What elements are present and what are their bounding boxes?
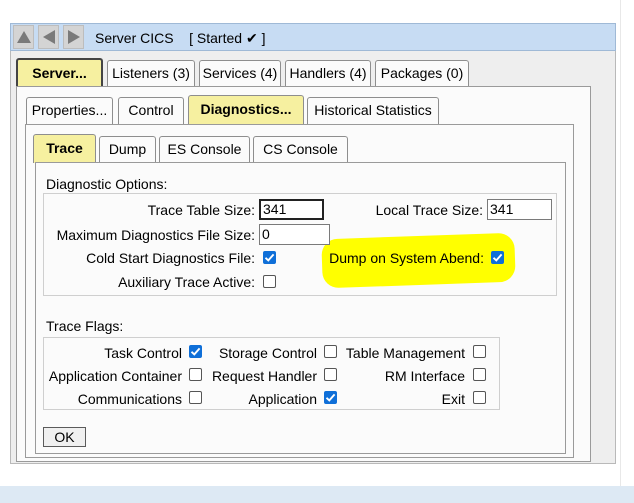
flag-request-handler-label: Request Handler (211, 368, 317, 384)
cold-start-label: Cold Start Diagnostics File: (86, 250, 255, 266)
flag-application-container-label: Application Container (48, 368, 182, 384)
checkmark-icon (325, 393, 336, 402)
tab-handlers[interactable]: Handlers (4) (285, 60, 371, 87)
forward-button[interactable] (63, 25, 84, 49)
tab-services[interactable]: Services (4) (199, 60, 281, 87)
tab-dump[interactable]: Dump (99, 136, 156, 163)
local-trace-size-input[interactable]: 341 (487, 199, 552, 220)
flag-table-management-label: Table Management (345, 345, 465, 361)
up-button[interactable] (13, 25, 34, 49)
server-status: [ Started (189, 30, 243, 46)
window-title: Server CICS [ Started ✔ ] (95, 28, 265, 48)
back-icon (42, 30, 55, 44)
local-trace-size-label: Local Trace Size: (375, 202, 483, 218)
page-divider (620, 0, 621, 486)
max-diag-file-size-label: Maximum Diagnostics File Size: (56, 227, 255, 243)
flag-application-container-checkbox[interactable] (189, 368, 202, 381)
flag-application-checkbox[interactable] (324, 391, 337, 404)
forward-icon (67, 30, 80, 44)
tab-cs-console[interactable]: CS Console (253, 136, 348, 163)
trace-table-size-input[interactable]: 341 (259, 199, 324, 220)
flag-task-control-label: Task Control (104, 345, 182, 361)
tab-listeners[interactable]: Listeners (3) (107, 60, 195, 87)
tab-historical-statistics[interactable]: Historical Statistics (307, 97, 439, 124)
checkmark-icon (264, 253, 275, 262)
flag-storage-control-checkbox[interactable] (324, 345, 337, 358)
tab-es-console[interactable]: ES Console (159, 136, 250, 163)
diagnostic-options-heading: Diagnostic Options: (46, 176, 168, 192)
flag-request-handler-checkbox[interactable] (324, 368, 337, 381)
dump-on-abend-label: Dump on System Abend: (329, 250, 484, 266)
trace-table-size-label: Trace Table Size: (147, 202, 255, 218)
up-icon (16, 31, 31, 43)
page-bottom-band (0, 486, 634, 503)
max-diag-file-size-input[interactable]: 0 (259, 224, 330, 245)
flag-communications-checkbox[interactable] (189, 391, 202, 404)
tab-diagnostics[interactable]: Diagnostics... (188, 95, 304, 124)
tab-server[interactable]: Server... (16, 58, 103, 87)
flag-exit-label: Exit (441, 391, 465, 407)
tab-properties[interactable]: Properties... (26, 97, 113, 124)
server-status-end: ] (261, 30, 266, 46)
tab-trace[interactable]: Trace (33, 134, 96, 163)
tab-packages[interactable]: Packages (0) (375, 60, 469, 87)
aux-trace-label: Auxiliary Trace Active: (118, 274, 255, 290)
server-name: Server CICS (95, 30, 174, 46)
back-button[interactable] (38, 25, 59, 49)
cold-start-checkbox[interactable] (263, 251, 276, 264)
flag-application-label: Application (248, 391, 318, 407)
dump-on-abend-checkbox[interactable] (491, 251, 504, 264)
flag-table-management-checkbox[interactable] (473, 345, 486, 358)
flag-exit-checkbox[interactable] (473, 391, 486, 404)
trace-flags-heading: Trace Flags: (46, 318, 124, 334)
aux-trace-checkbox[interactable] (263, 275, 276, 288)
flag-storage-control-label: Storage Control (218, 345, 317, 361)
flag-rm-interface-checkbox[interactable] (473, 368, 486, 381)
checkmark-icon (492, 253, 503, 262)
checkmark-icon (190, 347, 201, 356)
flag-rm-interface-label: RM Interface (384, 368, 465, 384)
flag-task-control-checkbox[interactable] (189, 345, 202, 358)
started-check-icon: ✔ (245, 30, 258, 46)
tab-control[interactable]: Control (118, 97, 184, 124)
flag-communications-label: Communications (77, 391, 182, 407)
ok-button[interactable]: OK (43, 427, 86, 447)
